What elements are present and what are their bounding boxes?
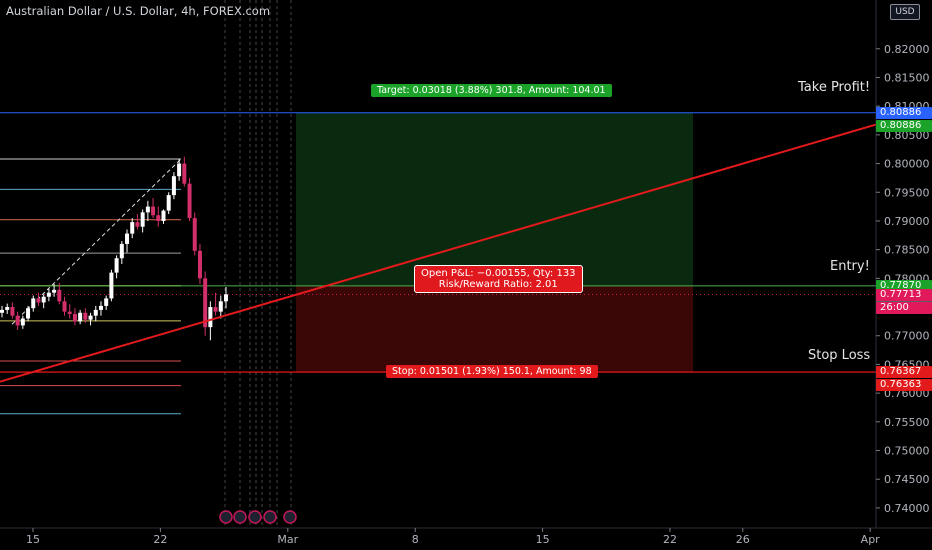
price-tick-label-13: 0.75500: [884, 416, 930, 429]
event-flag-icon-1[interactable]: [233, 510, 247, 524]
time-tick-label-4: 15: [536, 533, 550, 546]
event-flag-icon-2[interactable]: [248, 510, 262, 524]
candle-body-11: [57, 289, 62, 302]
candle-body-18: [93, 309, 98, 316]
candle-body-26: [135, 222, 140, 227]
open-pnl-text: Open P&L: −0.00155, Qty: 133: [421, 268, 576, 279]
candle-body-9: [46, 292, 51, 297]
price-tag-7: 0.76363: [876, 379, 932, 392]
price-tick-label-10: 0.77000: [884, 330, 930, 343]
candle-body-24: [125, 233, 130, 244]
time-tick-label-7: Apr: [861, 533, 881, 546]
event-flag-icon-3[interactable]: [263, 510, 277, 524]
time-tick-label-2: Mar: [277, 533, 298, 546]
candle-body-16: [83, 312, 88, 320]
event-flag-icon-4[interactable]: [283, 510, 297, 524]
candle-body-7: [36, 298, 41, 303]
candle-body-40: [208, 307, 213, 328]
candle-body-32: [166, 195, 171, 211]
price-tick-label-14: 0.75000: [884, 445, 930, 458]
candle-body-41: [213, 307, 218, 312]
candle-body-4: [20, 318, 25, 326]
candle-body-25: [130, 222, 135, 234]
candle-body-38: [197, 250, 202, 279]
candle-body-10: [52, 289, 57, 293]
candle-body-14: [72, 313, 77, 322]
time-tick-label-0: 15: [26, 533, 40, 546]
entry-label: Entry!: [830, 259, 870, 274]
candle-body-42: [218, 301, 223, 312]
price-tag-0: 0.80886: [876, 106, 932, 119]
time-tick-label-3: 8: [412, 533, 419, 546]
candle-body-36: [187, 183, 192, 219]
chart-title: Australian Dollar / U.S. Dollar, 4h, FOR…: [6, 4, 271, 18]
candle-body-8: [41, 296, 46, 303]
time-tick-label-1: 22: [153, 533, 167, 546]
candle-body-13: [67, 311, 72, 314]
target-zone: [296, 112, 693, 286]
candle-body-15: [78, 312, 83, 322]
time-tick-label-5: 22: [663, 533, 677, 546]
price-tag-4: 0.77713: [876, 288, 932, 301]
candle-21: [109, 269, 114, 302]
candle-body-34: [177, 163, 182, 177]
candle-body-33: [171, 176, 176, 196]
price-tick-label-4: 0.80000: [884, 158, 930, 171]
event-flag-icon-0[interactable]: [219, 510, 233, 524]
candle-body-0: [0, 309, 4, 313]
price-tick-label-16: 0.74000: [884, 502, 930, 515]
time-tick-label-6: 26: [736, 533, 750, 546]
candle-body-39: [203, 278, 208, 328]
price-tag-1: 0.80886: [876, 119, 932, 132]
candle-body-19: [98, 305, 103, 310]
stop-loss-label: Stop Loss: [808, 348, 871, 363]
price-tick-label-1: 0.81500: [884, 71, 930, 84]
candle-33: [171, 172, 176, 200]
candle-body-30: [156, 215, 161, 221]
candle-body-2: [10, 307, 15, 316]
candle-body-12: [62, 301, 67, 312]
candle-39: [203, 271, 208, 336]
price-tag-5: 26:00: [876, 301, 932, 314]
candle-body-35: [182, 163, 187, 184]
candle-body-31: [161, 210, 166, 221]
candle-body-23: [119, 243, 124, 259]
stop-zone: [296, 285, 693, 373]
candle-body-20: [104, 298, 109, 306]
candle-body-28: [145, 206, 150, 213]
target-info-tag: Target: 0.03018 (3.88%) 301.8, Amount: 1…: [371, 84, 612, 97]
candle-37: [192, 212, 197, 256]
candle-body-29: [151, 206, 156, 216]
price-tick-label-5: 0.79500: [884, 186, 930, 199]
price-tick-label-7: 0.78500: [884, 244, 930, 257]
candle-body-6: [31, 298, 36, 309]
candle-body-21: [109, 272, 114, 299]
candle-36: [187, 177, 192, 221]
position-zones: [296, 112, 693, 373]
price-tick-label-15: 0.74500: [884, 473, 930, 486]
price-tag-6: 0.76367: [876, 366, 932, 379]
candle-body-17: [88, 315, 93, 320]
candle-body-27: [140, 212, 145, 227]
candle-body-3: [15, 315, 20, 326]
currency-button[interactable]: USD: [890, 4, 920, 20]
candle-body-37: [192, 218, 197, 251]
open-pnl-box: Open P&L: −0.00155, Qty: 133 Risk/Reward…: [414, 265, 583, 293]
candle-body-22: [114, 258, 119, 273]
risk-reward-text: Risk/Reward Ratio: 2.01: [438, 279, 558, 290]
candle-body-5: [26, 308, 31, 319]
price-tick-label-6: 0.79000: [884, 215, 930, 228]
candle-body-43: [224, 294, 228, 302]
take-profit-label: Take Profit!: [798, 80, 871, 95]
stop-info-tag: Stop: 0.01501 (1.93%) 150.1, Amount: 98: [386, 365, 598, 378]
candle-body-1: [5, 307, 10, 310]
price-tick-label-0: 0.82000: [884, 43, 930, 56]
